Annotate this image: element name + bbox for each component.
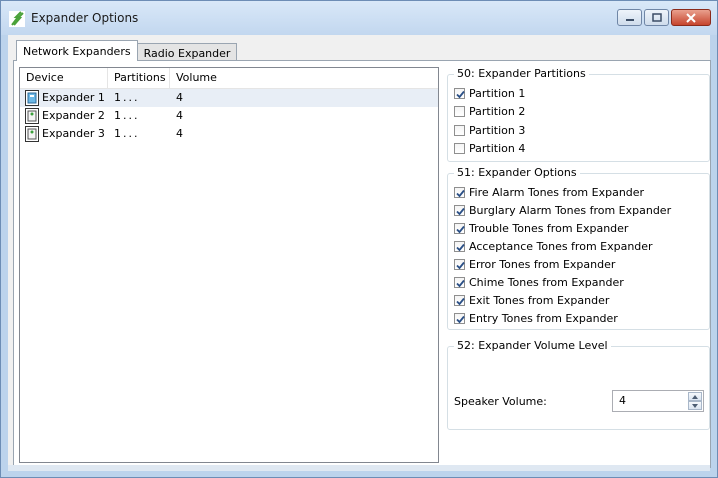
minimize-button[interactable]: [617, 9, 642, 26]
checkbox-label: Error Tones from Expander: [469, 257, 616, 271]
device-row[interactable]: Expander 3 1... 4: [20, 125, 438, 143]
checkmark-icon: [456, 207, 465, 215]
device-list-header: Device Partitions Volume: [20, 68, 438, 89]
checkbox-box: [454, 276, 465, 288]
spin-down-icon: [692, 403, 698, 408]
checkmark-icon: [456, 315, 465, 323]
speaker-volume-value[interactable]: 4: [619, 394, 626, 407]
device-name: Expander 1: [42, 91, 105, 104]
column-header-volume[interactable]: Volume: [170, 68, 230, 88]
checkbox-box: [454, 124, 465, 136]
checkbox-box: [454, 258, 465, 270]
spinner-buttons: [688, 392, 702, 410]
checkmark-icon: [456, 261, 465, 269]
device-volume: 4: [176, 109, 183, 122]
device-partitions: 1...: [114, 109, 140, 122]
device-partitions: 1...: [114, 91, 140, 104]
spin-up-button[interactable]: [688, 392, 702, 401]
group-title: 52: Expander Volume Level: [454, 339, 611, 352]
acceptance-tones-checkbox[interactable]: Acceptance Tones from Expander: [454, 238, 653, 254]
checkbox-label: Acceptance Tones from Expander: [469, 239, 653, 253]
title-bar[interactable]: Expander Options: [1, 1, 717, 35]
maximize-button[interactable]: [644, 9, 669, 26]
checkbox-label: Partition 1: [469, 86, 526, 100]
group-title: 51: Expander Options: [454, 166, 580, 179]
checkbox-box: [454, 186, 465, 198]
partition-2-checkbox[interactable]: Partition 2: [454, 103, 525, 119]
client-area: Network Expanders Radio Expander Device …: [8, 35, 711, 471]
speaker-volume-spinner[interactable]: 4: [612, 390, 704, 412]
burglary-alarm-tones-checkbox[interactable]: Burglary Alarm Tones from Expander: [454, 202, 671, 218]
close-button[interactable]: [671, 9, 711, 26]
device-list[interactable]: Device Partitions Volume Expander 1 1...…: [19, 67, 439, 463]
checkmark-icon: [456, 90, 465, 98]
checkbox-box: [454, 222, 465, 234]
partition-3-checkbox[interactable]: Partition 3: [454, 122, 525, 138]
expander-volume-group: 52: Expander Volume Level Speaker Volume…: [447, 339, 710, 430]
network-expanders-panel: Device Partitions Volume Expander 1 1...…: [13, 60, 711, 468]
device-name: Expander 2: [42, 109, 105, 122]
expander-device-icon: [25, 126, 39, 142]
exit-tones-checkbox[interactable]: Exit Tones from Expander: [454, 292, 609, 308]
error-tones-checkbox[interactable]: Error Tones from Expander: [454, 256, 615, 272]
minimize-icon: [625, 18, 634, 21]
app-logo-icon: [9, 11, 25, 27]
entry-tones-checkbox[interactable]: Entry Tones from Expander: [454, 310, 618, 326]
expander-options-group: 51: Expander Options Fire Alarm Tones fr…: [447, 166, 710, 330]
tab-strip: Network Expanders Radio Expander: [16, 40, 238, 62]
checkbox-label: Chime Tones from Expander: [469, 275, 624, 289]
checkbox-label: Fire Alarm Tones from Expander: [469, 185, 645, 199]
maximize-icon: [651, 13, 662, 22]
expander-device-icon: [25, 90, 39, 106]
checkbox-label: Partition 4: [469, 141, 526, 155]
checkbox-label: Exit Tones from Expander: [469, 293, 610, 307]
checkmark-icon: [456, 243, 465, 251]
chime-tones-checkbox[interactable]: Chime Tones from Expander: [454, 274, 624, 290]
expander-partitions-group: 50: Expander Partitions Partition 1 Part…: [447, 67, 710, 162]
checkmark-icon: [456, 189, 465, 197]
checkbox-box: [454, 294, 465, 306]
window-title: Expander Options: [31, 11, 139, 25]
checkbox-label: Trouble Tones from Expander: [469, 221, 629, 235]
checkbox-box: [454, 240, 465, 252]
checkbox-label: Entry Tones from Expander: [469, 311, 618, 325]
checkbox-label: Partition 2: [469, 104, 526, 118]
checkbox-box: [454, 105, 465, 117]
partition-1-checkbox[interactable]: Partition 1: [454, 85, 525, 101]
spin-up-icon: [692, 394, 698, 399]
checkmark-icon: [456, 297, 465, 305]
spin-down-button[interactable]: [688, 401, 702, 410]
checkbox-label: Partition 3: [469, 123, 526, 137]
device-volume: 4: [176, 91, 183, 104]
device-row[interactable]: Expander 2 1... 4: [20, 107, 438, 125]
tab-network-expanders[interactable]: Network Expanders: [16, 40, 138, 61]
close-icon: [686, 12, 696, 23]
expander-device-icon: [25, 108, 39, 124]
checkbox-box: [454, 312, 465, 324]
checkbox-box: [454, 87, 465, 99]
device-row[interactable]: Expander 1 1... 4: [20, 89, 438, 107]
checkbox-box: [454, 142, 465, 154]
group-title: 50: Expander Partitions: [454, 67, 589, 80]
fire-alarm-tones-checkbox[interactable]: Fire Alarm Tones from Expander: [454, 184, 644, 200]
trouble-tones-checkbox[interactable]: Trouble Tones from Expander: [454, 220, 628, 236]
status-strip: [8, 465, 710, 471]
expander-options-window: Expander Options Network Expanders Radio…: [0, 0, 718, 478]
device-volume: 4: [176, 127, 183, 140]
checkbox-box: [454, 204, 465, 216]
caption-buttons: [617, 9, 711, 26]
speaker-volume-label: Speaker Volume:: [454, 395, 547, 408]
partition-4-checkbox[interactable]: Partition 4: [454, 140, 525, 156]
checkmark-icon: [456, 279, 465, 287]
column-header-partitions[interactable]: Partitions: [108, 68, 170, 88]
checkmark-icon: [456, 225, 465, 233]
checkbox-label: Burglary Alarm Tones from Expander: [469, 203, 672, 217]
device-name: Expander 3: [42, 127, 105, 140]
column-header-device[interactable]: Device: [20, 68, 108, 88]
device-partitions: 1...: [114, 127, 140, 140]
